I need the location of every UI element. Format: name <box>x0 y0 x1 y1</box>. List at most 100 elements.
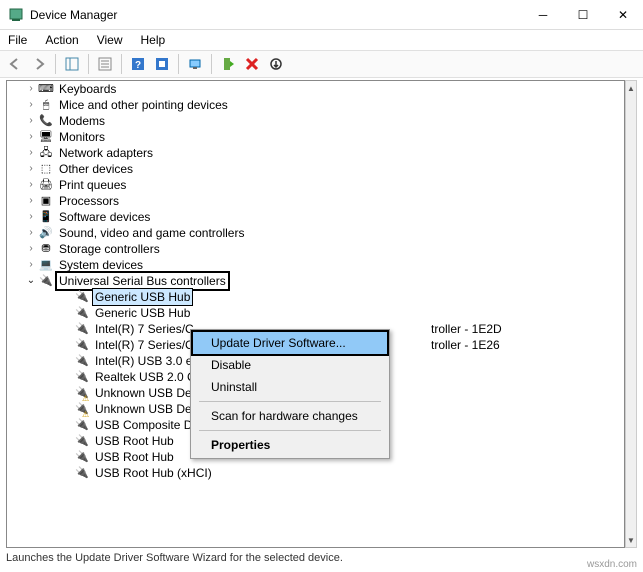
usb-device-icon: 🔌 <box>74 450 90 464</box>
titlebar: Device Manager ─ ☐ ✕ <box>0 0 643 30</box>
device-type-icon: 🖥 <box>38 130 54 144</box>
tree-item-label: USB Root Hub <box>93 433 176 449</box>
watermark: wsxdn.com <box>587 559 637 570</box>
expand-icon[interactable]: › <box>25 225 37 241</box>
tree-item-label-tail: troller - 1E2D <box>431 321 502 337</box>
tree-group[interactable]: ›⌨Keyboards <box>7 81 624 97</box>
tree-item[interactable]: 🔌USB Root Hub (xHCI) <box>7 465 624 481</box>
expand-icon[interactable]: › <box>25 193 37 209</box>
menu-item[interactable]: Disable <box>193 354 387 376</box>
tree-group-label: Universal Serial Bus controllers <box>57 273 228 289</box>
usb-device-icon: 🔌 <box>74 402 90 416</box>
forward-button[interactable] <box>28 53 50 75</box>
tree-group[interactable]: ›💻System devices <box>7 257 624 273</box>
tree-group[interactable]: ›▣Processors <box>7 193 624 209</box>
tree-group[interactable]: ›🖥Monitors <box>7 129 624 145</box>
tree-item[interactable]: 🔌Generic USB Hub <box>7 289 624 305</box>
window-title: Device Manager <box>30 8 523 22</box>
menu-item[interactable]: Properties <box>193 434 387 456</box>
tree-group-usb[interactable]: ⌄ 🔌 Universal Serial Bus controllers <box>7 273 624 289</box>
close-button[interactable]: ✕ <box>603 0 643 30</box>
usb-device-icon: 🔌 <box>74 338 90 352</box>
scan-button[interactable] <box>184 53 206 75</box>
expand-icon[interactable]: › <box>25 209 37 225</box>
menu-file[interactable]: File <box>6 31 29 49</box>
usb-device-icon: 🔌 <box>74 370 90 384</box>
tool-button[interactable] <box>151 53 173 75</box>
tree-group-label: Monitors <box>57 129 107 145</box>
menu-item[interactable]: Uninstall <box>193 376 387 398</box>
minimize-button[interactable]: ─ <box>523 0 563 30</box>
usb-device-icon: 🔌 <box>74 434 90 448</box>
tree-group-label: Modems <box>57 113 107 129</box>
menu-action[interactable]: Action <box>43 31 80 49</box>
tree-item-label: Unknown USB De <box>93 385 194 401</box>
tree-group-label: Mice and other pointing devices <box>57 97 230 113</box>
usb-device-icon: 🔌 <box>74 322 90 336</box>
tree-group[interactable]: ›⬚Other devices <box>7 161 624 177</box>
help-button[interactable]: ? <box>127 53 149 75</box>
context-menu: Update Driver Software...DisableUninstal… <box>190 329 390 459</box>
usb-device-icon: 🔌 <box>74 466 90 480</box>
app-icon <box>8 7 24 23</box>
expand-icon[interactable]: › <box>25 145 37 161</box>
tree-group[interactable]: ›⛃Storage controllers <box>7 241 624 257</box>
show-hide-tree-button[interactable] <box>61 53 83 75</box>
device-type-icon: 📞 <box>38 114 54 128</box>
expand-icon[interactable]: › <box>25 257 37 273</box>
expand-icon[interactable]: › <box>25 241 37 257</box>
device-type-icon: ▣ <box>38 194 54 208</box>
menu-item[interactable]: Update Driver Software... <box>193 332 387 354</box>
tree-item-label: Generic USB Hub <box>93 289 192 305</box>
device-tree[interactable]: ›⌨Keyboards›🖱Mice and other pointing dev… <box>6 80 625 548</box>
tree-group[interactable]: ›📞Modems <box>7 113 624 129</box>
collapse-icon[interactable]: ⌄ <box>25 273 37 289</box>
vertical-scrollbar[interactable]: ▲ ▼ <box>625 80 637 548</box>
menubar: File Action View Help <box>0 30 643 50</box>
expand-icon[interactable]: › <box>25 129 37 145</box>
device-type-icon: 🖧 <box>38 146 54 160</box>
scroll-down-icon[interactable]: ▼ <box>626 533 636 547</box>
expand-icon[interactable]: › <box>25 113 37 129</box>
tree-group-label: Software devices <box>57 209 152 225</box>
tree-item-label: Generic USB Hub <box>93 305 192 321</box>
tree-item-label: Intel(R) 7 Series/C <box>93 337 196 353</box>
tree-item[interactable]: 🔌Generic USB Hub <box>7 305 624 321</box>
update-button[interactable] <box>265 53 287 75</box>
expand-icon[interactable]: › <box>25 81 37 97</box>
tree-item-label: USB Root Hub <box>93 449 176 465</box>
properties-button[interactable] <box>94 53 116 75</box>
tree-item-label: Intel(R) USB 3.0 eX <box>93 353 202 369</box>
tree-group-label: Print queues <box>57 177 128 193</box>
device-type-icon: ⬚ <box>38 162 54 176</box>
expand-icon[interactable]: › <box>25 161 37 177</box>
tree-item-label: Intel(R) 7 Series/C <box>93 321 196 337</box>
tree-group-label: Sound, video and game controllers <box>57 225 246 241</box>
usb-device-icon: 🔌 <box>74 354 90 368</box>
device-type-icon: ⌨ <box>38 82 54 96</box>
tree-group[interactable]: ›🖧Network adapters <box>7 145 624 161</box>
enable-button[interactable] <box>217 53 239 75</box>
expand-icon[interactable]: › <box>25 177 37 193</box>
device-type-icon: 📱 <box>38 210 54 224</box>
back-button[interactable] <box>4 53 26 75</box>
device-type-icon: 🖱 <box>38 98 54 112</box>
tree-group-label: Keyboards <box>57 81 118 97</box>
toolbar-separator <box>211 54 212 74</box>
tree-group[interactable]: ›🖨Print queues <box>7 177 624 193</box>
uninstall-button[interactable] <box>241 53 263 75</box>
tree-group[interactable]: ›📱Software devices <box>7 209 624 225</box>
maximize-button[interactable]: ☐ <box>563 0 603 30</box>
menu-help[interactable]: Help <box>139 31 168 49</box>
device-type-icon: 🖨 <box>38 178 54 192</box>
menu-item[interactable]: Scan for hardware changes <box>193 405 387 427</box>
scroll-up-icon[interactable]: ▲ <box>626 81 636 95</box>
svg-text:?: ? <box>135 60 141 71</box>
expand-icon[interactable]: › <box>25 97 37 113</box>
menu-view[interactable]: View <box>95 31 125 49</box>
usb-device-icon: 🔌 <box>74 306 90 320</box>
tree-group[interactable]: ›🖱Mice and other pointing devices <box>7 97 624 113</box>
device-type-icon: 💻 <box>38 258 54 272</box>
usb-device-icon: 🔌 <box>74 386 90 400</box>
tree-group[interactable]: ›🔊Sound, video and game controllers <box>7 225 624 241</box>
